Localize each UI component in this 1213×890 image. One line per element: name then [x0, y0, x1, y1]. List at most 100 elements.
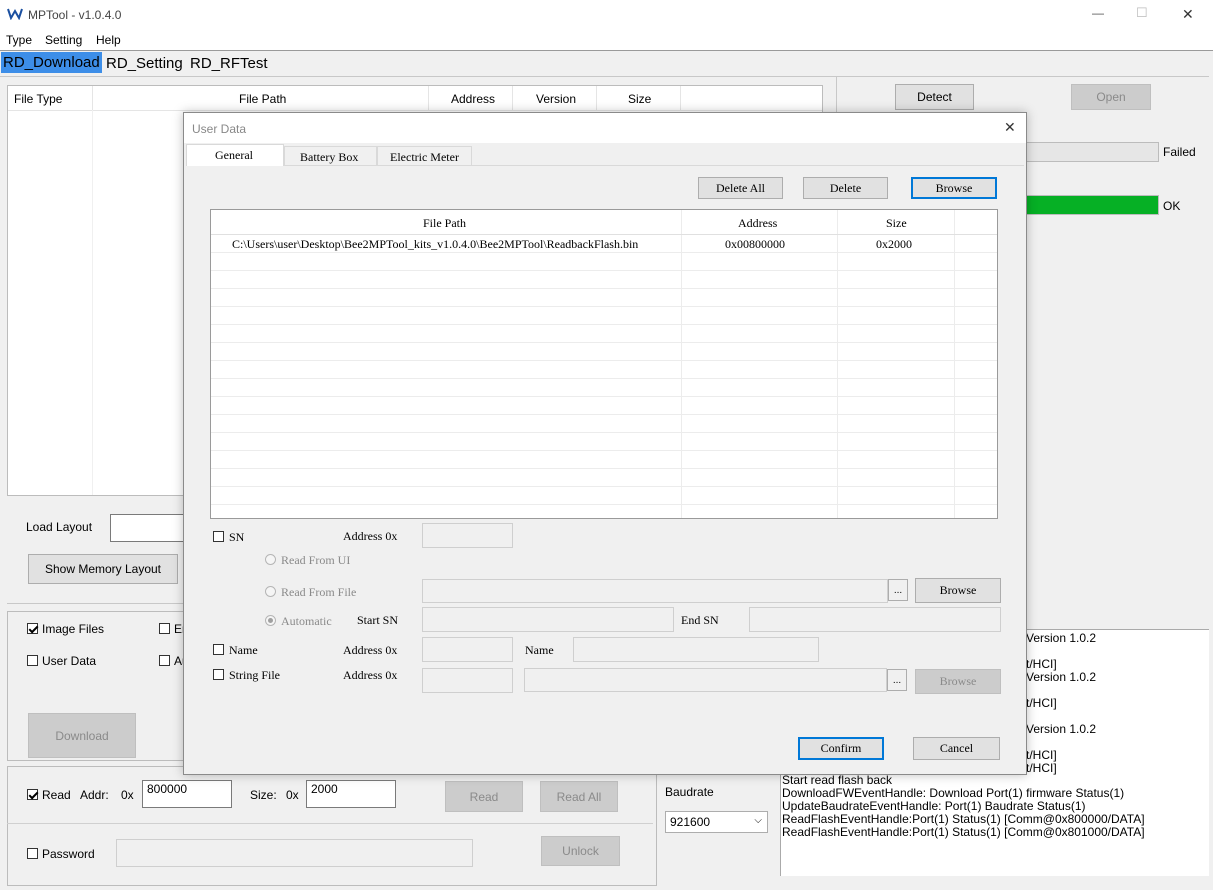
- failed-label: Failed: [1163, 145, 1196, 159]
- log-line: ReadFlashEventHandle:Port(1) Status(1) […: [782, 812, 1145, 826]
- unlock-button[interactable]: Unlock: [541, 836, 620, 866]
- confirm-button[interactable]: Confirm: [798, 737, 884, 760]
- open-button[interactable]: Open: [1071, 84, 1151, 110]
- user-data-table: File Path Address Size C:\Users\user\Des…: [210, 209, 998, 519]
- name-label: Name: [229, 643, 258, 657]
- read-all-button[interactable]: Read All: [540, 781, 618, 812]
- load-layout-label: Load Layout: [26, 520, 93, 534]
- sn-address-input[interactable]: [422, 523, 513, 548]
- ok-progress-fill: [1027, 196, 1158, 214]
- tab-rd-download[interactable]: RD_Download: [1, 52, 102, 73]
- failed-progress-bar: [1026, 142, 1159, 162]
- menu-bar: Type Setting Help: [0, 30, 1213, 50]
- dialog-tab-general[interactable]: General: [186, 144, 284, 166]
- string-address-input[interactable]: [422, 668, 513, 693]
- name-field-label: Name: [525, 643, 554, 657]
- col-file-path: File Path: [423, 216, 467, 230]
- tab-rd-rftest[interactable]: RD_RFTest: [188, 54, 280, 75]
- log-line: UpdateBaudrateEventHandle: Port(1) Baudr…: [782, 799, 1086, 813]
- read-checkbox[interactable]: [27, 789, 38, 800]
- size-prefix: 0x: [286, 788, 299, 802]
- end-sn-label: End SN: [681, 613, 719, 627]
- password-checkbox[interactable]: [27, 848, 38, 859]
- sn-file-input[interactable]: [422, 579, 888, 603]
- image-files-label: Image Files: [42, 622, 105, 636]
- user-data-label: User Data: [42, 654, 97, 668]
- name-input[interactable]: [573, 637, 819, 662]
- read-button[interactable]: Read: [445, 781, 523, 812]
- col-address: Address: [738, 216, 778, 230]
- password-label: Password: [42, 847, 95, 861]
- size-label: Size:: [250, 788, 277, 802]
- sn-address-label: Address 0x: [343, 529, 398, 543]
- col-size: Size: [886, 216, 907, 230]
- app-logo-icon: [7, 8, 23, 21]
- er-checkbox[interactable]: [159, 623, 170, 634]
- log-line: Start read flash back: [782, 773, 893, 787]
- string-browse-button[interactable]: Browse: [915, 669, 1001, 694]
- dialog-tab-battery-box[interactable]: Battery Box: [284, 146, 377, 166]
- delete-all-button[interactable]: Delete All: [698, 177, 783, 199]
- baudrate-label: Baudrate: [665, 785, 714, 799]
- au-checkbox[interactable]: [159, 655, 170, 666]
- table-row[interactable]: C:\Users\user\Desktop\Bee2MPTool_kits_v1…: [211, 235, 997, 253]
- read-from-file-radio[interactable]: [265, 586, 276, 597]
- user-data-dialog: User Data ✕ General Battery Box Electric…: [183, 112, 1027, 775]
- delete-button[interactable]: Delete: [803, 177, 888, 199]
- end-sn-input[interactable]: [749, 607, 1001, 632]
- start-sn-label: Start SN: [357, 613, 399, 627]
- chevron-down-icon: ⌵: [754, 815, 762, 826]
- ok-progress-bar: [1026, 195, 1159, 215]
- col-file-type: File Type: [14, 92, 63, 106]
- menu-setting[interactable]: Setting: [45, 33, 82, 47]
- read-label: Read: [42, 788, 71, 802]
- password-input[interactable]: [116, 839, 473, 867]
- read-from-ui-label: Read From UI: [281, 553, 351, 567]
- browse-button[interactable]: Browse: [911, 177, 997, 199]
- automatic-radio[interactable]: [265, 615, 276, 626]
- sn-checkbox[interactable]: [213, 531, 224, 542]
- read-from-ui-radio[interactable]: [265, 554, 276, 565]
- menu-type[interactable]: Type: [6, 33, 32, 47]
- window-title: MPTool - v1.0.4.0: [28, 8, 122, 22]
- dialog-tab-electric-meter[interactable]: Electric Meter: [377, 146, 472, 166]
- start-sn-input[interactable]: [422, 607, 674, 632]
- addr-label: Addr:: [80, 788, 109, 802]
- baudrate-select[interactable]: 921600 ⌵: [665, 811, 768, 833]
- col-file-path: File Path: [239, 92, 287, 106]
- download-button[interactable]: Download: [28, 713, 136, 758]
- name-address-input[interactable]: [422, 637, 513, 662]
- sn-label: SN: [229, 530, 245, 544]
- name-address-label: Address 0x: [343, 643, 398, 657]
- string-file-checkbox[interactable]: [213, 669, 224, 680]
- close-icon[interactable]: ✕: [1182, 6, 1194, 23]
- addr-input[interactable]: 800000: [142, 780, 232, 808]
- minimize-icon[interactable]: —: [1092, 6, 1104, 20]
- sn-browse-button[interactable]: Browse: [915, 578, 1001, 603]
- read-from-file-label: Read From File: [281, 585, 357, 599]
- load-layout-field[interactable]: [110, 514, 185, 542]
- ok-label: OK: [1163, 199, 1181, 213]
- string-address-label: Address 0x: [343, 668, 398, 682]
- string-file-ellipsis-button[interactable]: ...: [887, 669, 907, 691]
- size-input[interactable]: 2000: [306, 780, 396, 808]
- log-line: DownloadFWEventHandle: Download Port(1) …: [782, 786, 1125, 800]
- image-files-checkbox[interactable]: [27, 623, 38, 634]
- col-version: Version: [536, 92, 577, 106]
- row-path: C:\Users\user\Desktop\Bee2MPTool_kits_v1…: [232, 237, 639, 251]
- addr-prefix: 0x: [121, 788, 134, 802]
- dialog-close-icon[interactable]: ✕: [1004, 119, 1016, 136]
- maximize-icon[interactable]: ☐: [1136, 5, 1148, 21]
- show-memory-layout-button[interactable]: Show Memory Layout: [28, 554, 178, 584]
- title-bar: MPTool - v1.0.4.0 — ☐ ✕: [0, 0, 1213, 30]
- string-file-input[interactable]: [524, 668, 887, 692]
- col-address: Address: [451, 92, 496, 106]
- name-checkbox[interactable]: [213, 644, 224, 655]
- user-data-checkbox[interactable]: [27, 655, 38, 666]
- cancel-button[interactable]: Cancel: [913, 737, 1000, 760]
- automatic-label: Automatic: [281, 614, 332, 628]
- detect-button[interactable]: Detect: [895, 84, 974, 110]
- sn-file-ellipsis-button[interactable]: ...: [888, 579, 908, 601]
- tab-rd-setting[interactable]: RD_Setting: [104, 54, 188, 75]
- menu-help[interactable]: Help: [96, 33, 121, 47]
